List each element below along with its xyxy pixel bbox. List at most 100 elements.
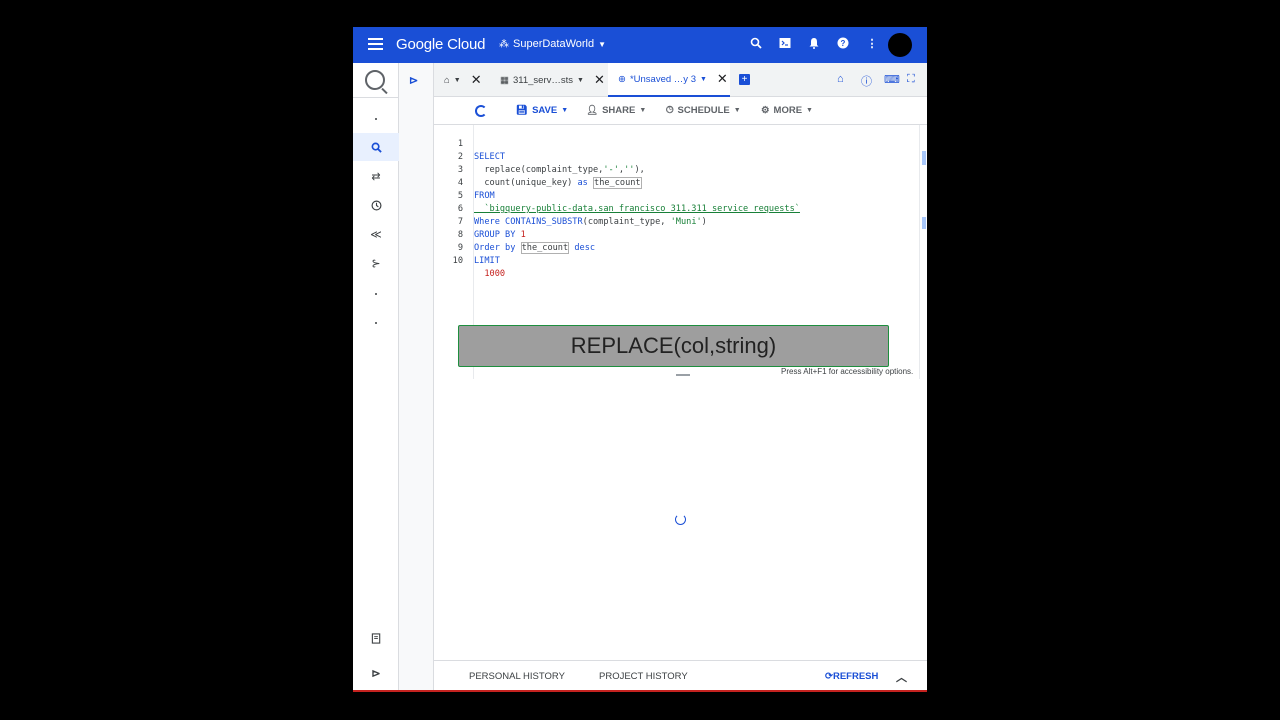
- code-line[interactable]: 5 `bigquery-public-data.san_francisco_31…: [434, 177, 800, 214]
- google-cloud-logo[interactable]: Google Cloud: [396, 36, 486, 53]
- chevron-down-icon: ▼: [639, 107, 647, 114]
- close-icon[interactable]: ✕: [471, 72, 482, 88]
- query-results-panel: [434, 379, 927, 660]
- clock-icon: 🕒︎: [666, 105, 674, 116]
- refresh-icon: ⟳: [825, 671, 833, 682]
- code-text: Order by the_count desc: [474, 242, 596, 254]
- code-text: GROUP BY 1: [474, 230, 526, 240]
- query-icon: ⊕: [618, 73, 626, 85]
- bigquery-logo-icon[interactable]: [365, 70, 385, 90]
- chevron-down-icon: ▼: [733, 107, 741, 114]
- editor-scrollbar[interactable]: [919, 125, 927, 381]
- info-icon[interactable]: ⓘ: [861, 73, 872, 89]
- add-tab-icon[interactable]: +: [739, 74, 750, 85]
- svg-text:?: ?: [841, 39, 846, 48]
- project-icon: ⁂: [499, 38, 509, 50]
- code-text: SELECT: [474, 152, 506, 162]
- rail-item-transfers[interactable]: ⇄: [353, 162, 399, 190]
- tab-311-service-requests[interactable]: ▦ 311_serv…sts ▼ ✕: [500, 63, 610, 97]
- project-name: SuperDataWorld: [513, 38, 595, 50]
- keyboard-icon[interactable]: ⌨: [884, 73, 900, 86]
- product-nav-rail: ⇄ ≪ ⊱ ⊳: [353, 63, 399, 690]
- code-text: Where CONTAINS_SUBSTR(complaint_type, 'M…: [474, 217, 707, 227]
- history-bar: PERSONAL HISTORY PROJECT HISTORY ⟳REFRES…: [434, 660, 927, 690]
- hamburger-menu-icon[interactable]: [368, 38, 383, 50]
- chevron-down-icon: ▼: [699, 75, 707, 83]
- search-icon[interactable]: [749, 37, 763, 51]
- notifications-icon[interactable]: [807, 37, 821, 51]
- search-icon: [371, 142, 382, 153]
- rail-item-scheduled[interactable]: [353, 191, 399, 219]
- rail-item-release-notes[interactable]: [353, 624, 399, 652]
- close-icon[interactable]: ✕: [717, 71, 728, 87]
- gear-icon: ⚙: [761, 105, 770, 116]
- rail-divider: [353, 97, 399, 98]
- code-line[interactable]: 3 count(unique_key) as the_count: [434, 151, 642, 189]
- expand-icon: ⊳: [371, 667, 381, 680]
- code-line[interactable]: 7 GROUP BY 1: [434, 203, 526, 240]
- project-selector[interactable]: ⁂ SuperDataWorld ▼: [499, 38, 606, 50]
- rail-item-dot[interactable]: [353, 309, 399, 337]
- loading-spinner-icon: [675, 514, 686, 525]
- project-history-tab[interactable]: PROJECT HISTORY: [599, 671, 688, 682]
- rail-item-search[interactable]: [353, 133, 399, 161]
- code-line[interactable]: 10 1000: [434, 242, 505, 279]
- rail-item-dot[interactable]: [353, 280, 399, 308]
- analytics-icon: ≪: [370, 228, 382, 241]
- cloud-shell-icon[interactable]: [778, 37, 792, 51]
- schedule-button[interactable]: 🕒︎ SCHEDULE ▼: [666, 105, 741, 116]
- code-text: LIMIT: [474, 256, 500, 266]
- tab-home[interactable]: ⌂ ▼ ✕: [444, 63, 489, 97]
- refresh-button[interactable]: ⟳REFRESH: [825, 671, 878, 682]
- share-button[interactable]: 👤︎ SHARE ▼: [586, 105, 646, 116]
- code-line[interactable]: 1 SELECT: [434, 125, 505, 162]
- expand-explorer-icon[interactable]: ⊳: [409, 74, 418, 87]
- rail-item-dataflow[interactable]: ⊱: [353, 249, 399, 277]
- pipelines-icon: ⊱: [371, 257, 381, 270]
- code-line[interactable]: 6 Where CONTAINS_SUBSTR(complaint_type, …: [434, 190, 707, 227]
- share-label: SHARE: [602, 105, 636, 116]
- fullscreen-icon[interactable]: ⛶: [907, 73, 915, 86]
- scroll-marker: [922, 217, 926, 229]
- rail-item-analytics-hub[interactable]: ≪: [353, 220, 399, 248]
- line-number: 10: [452, 256, 463, 266]
- code-line[interactable]: 2 replace(complaint_type,'-',''),: [434, 138, 645, 175]
- notes-icon: [371, 632, 380, 644]
- chevron-down-icon: ▼: [561, 107, 569, 114]
- rail-item-dot[interactable]: [353, 105, 399, 133]
- scroll-marker: [922, 151, 926, 165]
- tab-label: *Unsaved …y 3: [629, 73, 696, 85]
- resize-handle[interactable]: [676, 374, 690, 376]
- query-toolbar: 💾︎ SAVE ▼ 👤︎ SHARE ▼ 🕒︎ SCHEDULE ▼ ⚙ MOR…: [434, 97, 927, 125]
- code-text: 1000: [474, 269, 506, 279]
- chevron-up-icon[interactable]: ︿: [896, 669, 907, 685]
- refresh-label: REFRESH: [832, 671, 879, 682]
- close-icon[interactable]: ✕: [594, 72, 605, 88]
- bigquery-window: Google Cloud ⁂ SuperDataWorld ▼ ? ⋮ ⇄ ≪ …: [353, 27, 927, 692]
- more-vert-icon[interactable]: ⋮: [865, 37, 879, 51]
- home-icon[interactable]: ⌂: [837, 73, 844, 85]
- tab-label: 311_serv…sts: [512, 74, 573, 86]
- tab-unsaved-query[interactable]: ⊕ *Unsaved …y 3 ▼ ✕: [608, 63, 730, 97]
- code-line[interactable]: 8 Order by the_count desc: [434, 216, 595, 254]
- code-line[interactable]: 9 LIMIT: [434, 229, 500, 266]
- help-icon[interactable]: ?: [836, 37, 850, 51]
- chevron-down-icon: ▼: [806, 107, 813, 114]
- table-icon: ▦: [500, 74, 509, 86]
- history-icon: [371, 200, 381, 210]
- rail-item-expand[interactable]: ⊳: [353, 659, 399, 687]
- explorer-collapsed-panel: ⊳: [399, 63, 434, 690]
- code-text: count(unique_key) as the_count: [474, 177, 642, 189]
- top-app-bar: Google Cloud ⁂ SuperDataWorld ▼ ? ⋮: [353, 27, 927, 63]
- code-text: FROM: [474, 191, 495, 201]
- chevron-down-icon: ▼: [598, 39, 607, 49]
- avatar[interactable]: [888, 33, 912, 57]
- code-line[interactable]: 4 FROM: [434, 164, 495, 201]
- more-button[interactable]: ⚙ MORE ▼: [761, 105, 813, 116]
- save-label: SAVE: [532, 105, 558, 116]
- save-button[interactable]: 💾︎ SAVE ▼: [516, 105, 568, 116]
- function-caption-banner: REPLACE(col,string): [458, 325, 889, 367]
- transfers-icon: ⇄: [371, 170, 381, 183]
- personal-history-tab[interactable]: PERSONAL HISTORY: [469, 671, 565, 682]
- editor-tab-strip: ⌂ ▼ ✕ ▦ 311_serv…sts ▼ ✕ ⊕ *Unsaved …y 3…: [434, 63, 927, 97]
